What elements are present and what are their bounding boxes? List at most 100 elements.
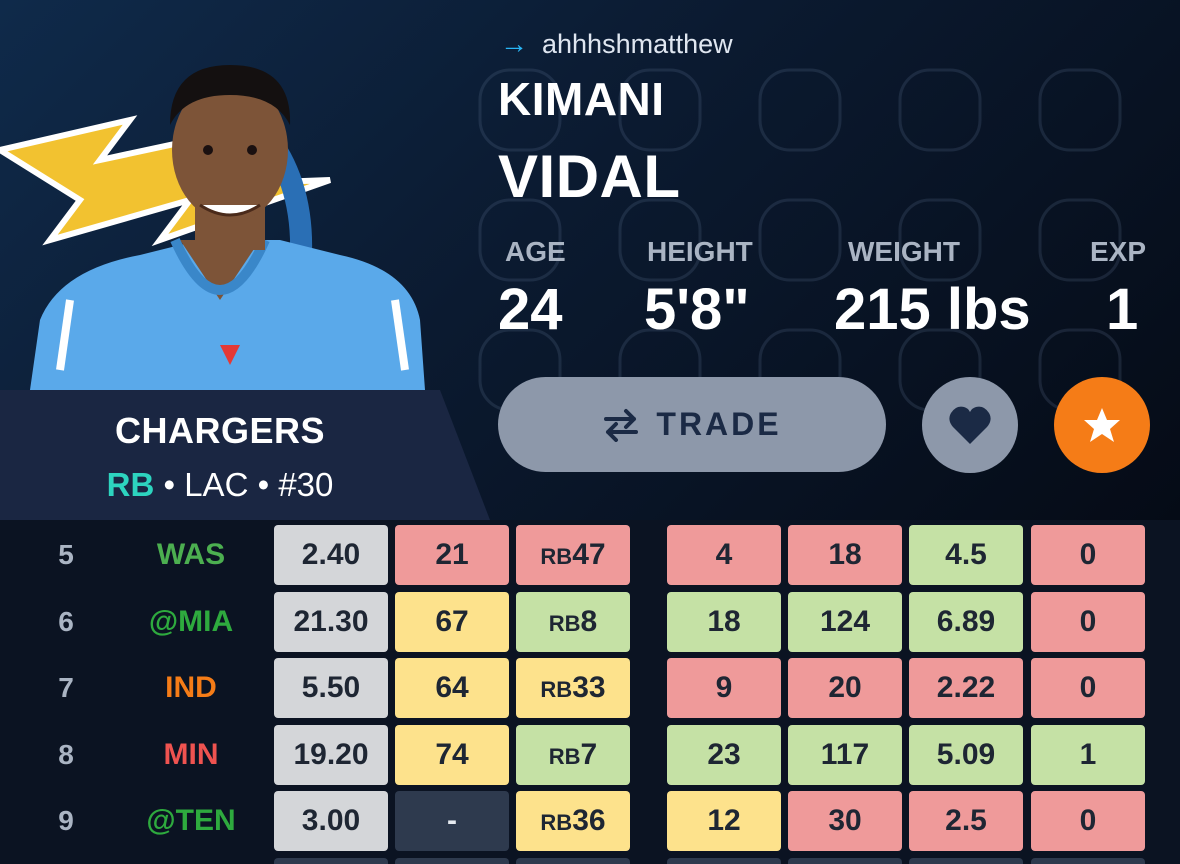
stat-value: 4	[715, 538, 733, 571]
game-row[interactable]: 7 IND 5.50 64 RB33 9 20 2.22 0	[0, 657, 1180, 719]
stat-value: -	[447, 804, 457, 837]
stat-value: 6.89	[936, 604, 996, 638]
separator: •	[257, 466, 279, 503]
stat-value: 23	[707, 737, 741, 771]
stat-value: 2.22	[936, 671, 996, 704]
stat-cell: 74	[395, 724, 509, 785]
game-row[interactable]: 5 WAS 2.40 21 RB47 4 18 4.5 0	[0, 524, 1180, 586]
stat-value: 21	[435, 538, 469, 571]
stat-cell: 21	[395, 525, 509, 585]
stat-cell: 117	[788, 724, 902, 785]
favorite-button[interactable]	[922, 377, 1018, 473]
opponent-label: MIN	[163, 737, 219, 771]
week-number: 9	[58, 805, 74, 836]
stat-value: 33	[572, 671, 606, 704]
height-label: HEIGHT	[647, 236, 753, 267]
owner-username: ahhhshmatthew	[542, 28, 733, 59]
stat-cell: 12	[667, 791, 781, 851]
separator: •	[163, 466, 185, 503]
stat-cell: 30	[788, 791, 902, 851]
weight-label: WEIGHT	[848, 236, 960, 267]
stat-value: 0	[1079, 538, 1097, 571]
week-number: 6	[58, 605, 74, 637]
stat-value: 5.50	[301, 671, 361, 704]
rank-prefix: RB	[540, 810, 573, 835]
week-number: 7	[58, 672, 74, 703]
stat-cell	[788, 858, 902, 864]
star-button[interactable]	[1054, 377, 1150, 473]
stat-cell: 64	[395, 658, 509, 718]
stat-cell: RB33	[516, 658, 630, 718]
player-first-name: KIMANI	[498, 73, 665, 125]
exp-label: EXP	[1090, 236, 1147, 267]
stat-value: 4.5	[945, 538, 987, 571]
stat-cell: 1	[1031, 724, 1145, 785]
game-row[interactable]: 9 @TEN 3.00 - RB36 12 30 2.5 0	[0, 790, 1180, 852]
trade-button[interactable]: TRADE	[498, 377, 886, 472]
next-row-peek	[0, 856, 1180, 864]
star-icon	[1084, 408, 1120, 442]
stat-cell	[667, 858, 781, 864]
stat-value: 20	[828, 671, 862, 704]
stat-cell: 9	[667, 658, 781, 718]
age-label: AGE	[505, 236, 566, 267]
stat-cell: 5.50	[274, 658, 388, 718]
stat-cell: 4	[667, 525, 781, 585]
stat-cell: 3.00	[274, 791, 388, 851]
height-value: 5'8"	[644, 277, 750, 342]
rank-prefix: RB	[540, 544, 573, 569]
stat-value: 18	[828, 538, 862, 571]
stat-value: 21.30	[293, 604, 369, 638]
stat-cell: 2.22	[909, 658, 1023, 718]
stat-value: 124	[819, 604, 871, 638]
opponent-label: @TEN	[146, 804, 236, 837]
player-photo	[30, 65, 425, 390]
stat-value: 2.40	[301, 538, 361, 571]
stat-value: 8	[580, 604, 598, 638]
stat-value: 36	[572, 804, 606, 837]
stat-value: 0	[1079, 604, 1097, 638]
stat-cell: 0	[1031, 591, 1145, 652]
stat-value: 18	[707, 604, 741, 638]
stat-value: 30	[828, 804, 862, 837]
stat-value: 7	[580, 737, 598, 771]
stat-cell: 19.20	[274, 724, 388, 785]
stat-value: 0	[1079, 671, 1097, 704]
stat-cell	[516, 858, 630, 864]
team-name: CHARGERS	[114, 410, 325, 451]
team-abbr: LAC	[184, 466, 249, 503]
stat-cell: RB8	[516, 591, 630, 652]
stat-value: 12	[707, 804, 741, 837]
swap-icon	[604, 408, 639, 442]
stat-cell: 0	[1031, 658, 1145, 718]
opponent-label: IND	[165, 671, 217, 704]
stat-value: 64	[435, 671, 469, 704]
stat-cell: -	[395, 791, 509, 851]
stat-value: 67	[435, 604, 469, 638]
stat-cell	[395, 858, 509, 864]
trade-label: TRADE	[656, 406, 782, 442]
age-value: 24	[498, 277, 563, 342]
game-row[interactable]: 8 MIN 19.20 74 RB7 23 117 5.09 1	[0, 724, 1180, 786]
stat-cell	[274, 858, 388, 864]
stat-cell: 21.30	[274, 591, 388, 652]
game-row[interactable]: 6 @MIA 21.30 67 RB8 18 124 6.89 0	[0, 591, 1180, 653]
stat-cell: 67	[395, 591, 509, 652]
weight-value: 215 lbs	[834, 277, 1031, 342]
stat-value: 5.09	[936, 737, 996, 771]
rank-prefix: RB	[548, 610, 581, 636]
rank-prefix: RB	[540, 677, 573, 702]
stat-cell	[909, 858, 1023, 864]
player-last-name: VIDAL	[498, 143, 681, 210]
stat-cell: 5.09	[909, 724, 1023, 785]
stat-value: 2.5	[945, 804, 987, 837]
game-log-table: 5 WAS 2.40 21 RB47 4 18 4.5 0 6 @MIA 21.30 67 RB8 18 12…	[0, 520, 1180, 864]
opponent-label: WAS	[156, 538, 226, 571]
stat-value: 3.00	[301, 804, 361, 837]
owner-link[interactable]: → ahhhshmatthew	[500, 28, 733, 60]
stat-value: 1	[1079, 737, 1097, 771]
week-number: 5	[58, 539, 74, 570]
stat-value: 47	[572, 538, 606, 571]
heart-icon	[949, 406, 991, 444]
stat-cell: 0	[1031, 791, 1145, 851]
